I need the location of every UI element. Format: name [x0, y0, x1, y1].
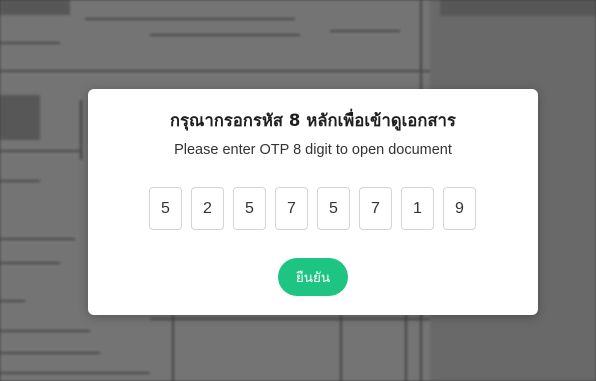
otp-dialog: กรุณากรอกรหัส 8 หลักเพื่อเข้าดูเอกสาร Pl…	[88, 89, 538, 315]
otp-digit-input[interactable]: 9	[443, 187, 476, 230]
otp-input-group: 5 2 5 7 5 7 1 9	[149, 187, 485, 231]
otp-digit-input[interactable]: 1	[401, 187, 434, 230]
otp-digit-input[interactable]: 7	[359, 187, 392, 230]
otp-digit-input[interactable]: 5	[317, 187, 350, 230]
otp-digit-input[interactable]: 7	[275, 187, 308, 230]
otp-digit-input[interactable]: 5	[233, 187, 266, 230]
otp-digit-input[interactable]: 5	[149, 187, 182, 230]
dialog-title: กรุณากรอกรหัส 8 หลักเพื่อเข้าดูเอกสาร	[170, 111, 456, 130]
confirm-button[interactable]: ยืนยัน	[278, 258, 348, 296]
dialog-subtitle: Please enter OTP 8 digit to open documen…	[174, 142, 452, 158]
otp-digit-input[interactable]: 2	[191, 187, 224, 230]
